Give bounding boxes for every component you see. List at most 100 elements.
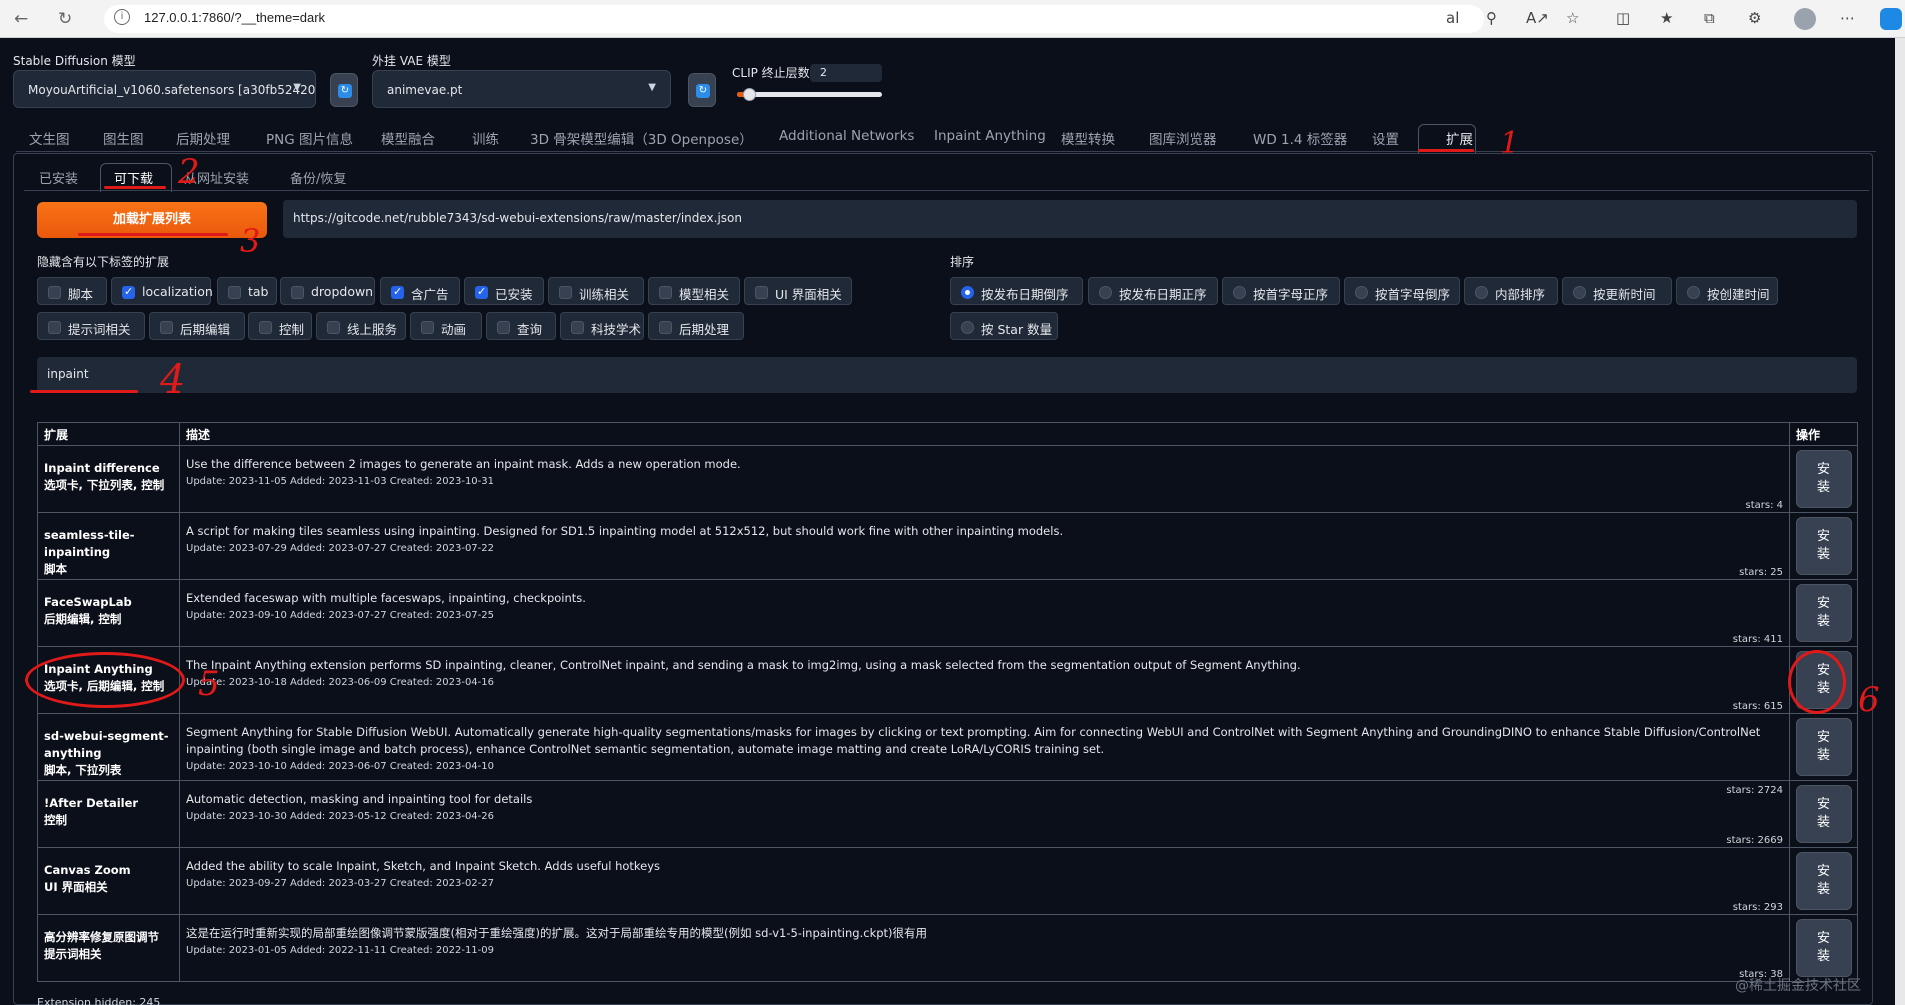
hide-tag-checkbox[interactable]: localization (111, 277, 213, 305)
extensions-icon[interactable]: ⚙ (1748, 9, 1761, 27)
hide-tag-checkbox[interactable]: 后期处理 (648, 312, 744, 340)
install-button[interactable]: 安装 (1795, 584, 1852, 642)
back-icon[interactable]: ← (14, 9, 28, 29)
sd-model-refresh-button[interactable]: ↻ (330, 73, 358, 107)
tab-10[interactable]: 图库浏览器 (1149, 128, 1217, 148)
sort-option-radio[interactable]: 内部排序 (1464, 277, 1558, 305)
tab-7[interactable]: Additional Networks (779, 128, 914, 144)
tab-2[interactable]: 后期处理 (176, 128, 230, 148)
extension-name[interactable]: Canvas Zoom UI 界面相关 (38, 848, 179, 896)
extension-description: Use the difference between 2 images to g… (180, 446, 1789, 511)
extension-description-cell: The Inpaint Anything extension performs … (179, 646, 1790, 714)
more-menu-icon[interactable]: ⋯ (1840, 9, 1855, 27)
collections-icon[interactable]: ⧉ (1704, 9, 1715, 27)
favorites-icon[interactable]: ★ (1660, 9, 1673, 27)
hide-tag-checkbox[interactable]: 动画 (410, 312, 482, 340)
extension-name[interactable]: Inpaint difference 选项卡, 下拉列表, 控制 (38, 446, 179, 494)
reload-icon[interactable]: ↻ (58, 9, 72, 29)
sort-option-radio[interactable]: 按首字母倒序 (1344, 277, 1460, 305)
extension-name[interactable]: FaceSwapLab 后期编辑, 控制 (38, 580, 179, 628)
sort-option-radio[interactable]: 按发布日期正序 (1088, 277, 1218, 305)
hide-tag-checkbox[interactable]: 脚本 (37, 277, 107, 305)
hide-tag-checkbox[interactable]: 模型相关 (648, 277, 740, 305)
subtab-1[interactable]: 可下载 (114, 168, 153, 187)
vae-refresh-button[interactable]: ↻ (688, 73, 716, 107)
tab-5[interactable]: 训练 (472, 128, 499, 148)
annotation-circle (1788, 650, 1846, 714)
install-button[interactable]: 安装 (1795, 785, 1852, 843)
extension-title-link[interactable]: Canvas Zoom (44, 862, 173, 879)
split-screen-icon[interactable]: ◫ (1616, 9, 1630, 27)
extension-title-link[interactable]: FaceSwapLab (44, 594, 173, 611)
clip-slider-handle[interactable] (742, 88, 756, 101)
extension-title-link[interactable]: 高分辨率修复原图调节 (44, 929, 173, 946)
stars-count: stars: 411 (1732, 634, 1783, 645)
page-scrollbar[interactable] (1895, 38, 1905, 1005)
read-aloud-icon[interactable]: A↗ (1526, 9, 1549, 27)
extension-title-link[interactable]: !After Detailer (44, 795, 173, 812)
install-button[interactable]: 安装 (1795, 450, 1852, 508)
sort-option-radio[interactable]: 按发布日期倒序 (950, 277, 1083, 305)
hide-tag-checkbox[interactable]: 提示词相关 (37, 312, 145, 340)
tab-12[interactable]: 设置 (1372, 128, 1399, 148)
install-button[interactable]: 安装 (1795, 718, 1852, 776)
tab-9[interactable]: 模型转换 (1061, 128, 1115, 148)
extension-title-link[interactable]: Inpaint difference (44, 460, 173, 477)
subtab-3[interactable]: 备份/恢复 (290, 168, 346, 187)
sort-option-radio[interactable]: 按 Star 数量 (950, 312, 1058, 340)
tab-8[interactable]: Inpaint Anything (934, 128, 1046, 144)
tab-11[interactable]: WD 1.4 标签器 (1253, 128, 1347, 148)
hide-tag-checkbox[interactable]: dropdown (280, 277, 375, 305)
address-bar[interactable]: i 127.0.0.1:7860/?__theme=dark (104, 5, 1484, 33)
hide-tag-checkbox[interactable]: 线上服务 (316, 312, 406, 340)
sort-option-radio[interactable]: 按更新时间 (1562, 277, 1672, 305)
hide-tag-checkbox[interactable]: 已安装 (464, 277, 544, 305)
clip-number-input[interactable]: 2 (810, 64, 882, 82)
chevron-down-icon: ▼ (648, 82, 656, 93)
sort-option-radio[interactable]: 按创建时间 (1676, 277, 1778, 305)
tab-1[interactable]: 图生图 (103, 128, 144, 148)
stars-count: stars: 2669 (1726, 835, 1783, 846)
install-button[interactable]: 安装 (1795, 517, 1852, 575)
clip-slider[interactable] (737, 92, 882, 97)
vae-dropdown[interactable]: animevae.pt ▼ (372, 70, 671, 108)
extension-name[interactable]: 高分辨率修复原图调节 提示词相关 (38, 915, 179, 963)
zoom-icon[interactable]: ⚲ (1486, 9, 1497, 27)
tab-13[interactable]: 扩展 (1446, 128, 1473, 148)
checkbox-checked-icon (122, 285, 135, 299)
copilot-icon[interactable] (1880, 8, 1902, 30)
hide-tag-checkbox[interactable]: 后期编辑 (149, 312, 245, 340)
extension-name[interactable]: seamless-tile-inpainting 脚本 (38, 513, 179, 578)
extension-name[interactable]: !After Detailer 控制 (38, 781, 179, 829)
extension-name[interactable]: sd-webui-segment-anything 脚本, 下拉列表 (38, 714, 179, 779)
tab-3[interactable]: PNG 图片信息 (266, 128, 353, 148)
table-row: 高分辨率修复原图调节 提示词相关 这是在运行时重新实现的局部重绘图像调节蒙版强度(相… (37, 914, 1858, 982)
hide-tag-checkbox[interactable]: 查询 (486, 312, 556, 340)
hide-tag-checkbox[interactable]: 含广告 (380, 277, 460, 305)
extension-index-url-input[interactable]: https://gitcode.net/rubble7343/sd-webui-… (283, 200, 1857, 238)
extension-search-input[interactable]: inpaint (37, 357, 1857, 393)
profile-avatar[interactable] (1794, 8, 1816, 30)
extension-title-link[interactable]: seamless-tile-inpainting (44, 527, 173, 561)
install-button[interactable]: 安装 (1795, 919, 1852, 977)
extension-description-cell: Use the difference between 2 images to g… (179, 445, 1790, 513)
hide-tag-checkbox[interactable]: tab (217, 277, 277, 305)
radio-empty-icon (1687, 286, 1700, 299)
sd-model-dropdown[interactable]: MoyouArtificial_v1060.safetensors [a30fb… (13, 70, 316, 108)
annotation-underline (30, 390, 138, 393)
subtab-0[interactable]: 已安装 (39, 168, 78, 187)
hide-tag-checkbox[interactable]: 训练相关 (548, 277, 644, 305)
translate-icon[interactable]: aا (1446, 9, 1459, 27)
extension-description-cell: Extended faceswap with multiple faceswap… (179, 579, 1790, 647)
tab-4[interactable]: 模型融合 (381, 128, 435, 148)
extension-title-link[interactable]: sd-webui-segment-anything (44, 728, 173, 762)
sort-option-radio[interactable]: 按首字母正序 (1222, 277, 1340, 305)
hide-tag-checkbox[interactable]: UI 界面相关 (744, 277, 852, 305)
hide-tag-checkbox[interactable]: 科技学术 (560, 312, 644, 340)
site-info-icon[interactable]: i (114, 9, 130, 25)
tab-0[interactable]: 文生图 (29, 128, 70, 148)
hide-tag-checkbox[interactable]: 控制 (248, 312, 312, 340)
install-button[interactable]: 安装 (1795, 852, 1852, 910)
favorite-star-icon[interactable]: ☆ (1566, 9, 1579, 27)
tab-6[interactable]: 3D 骨架模型编辑（3D Openpose） (530, 128, 753, 148)
